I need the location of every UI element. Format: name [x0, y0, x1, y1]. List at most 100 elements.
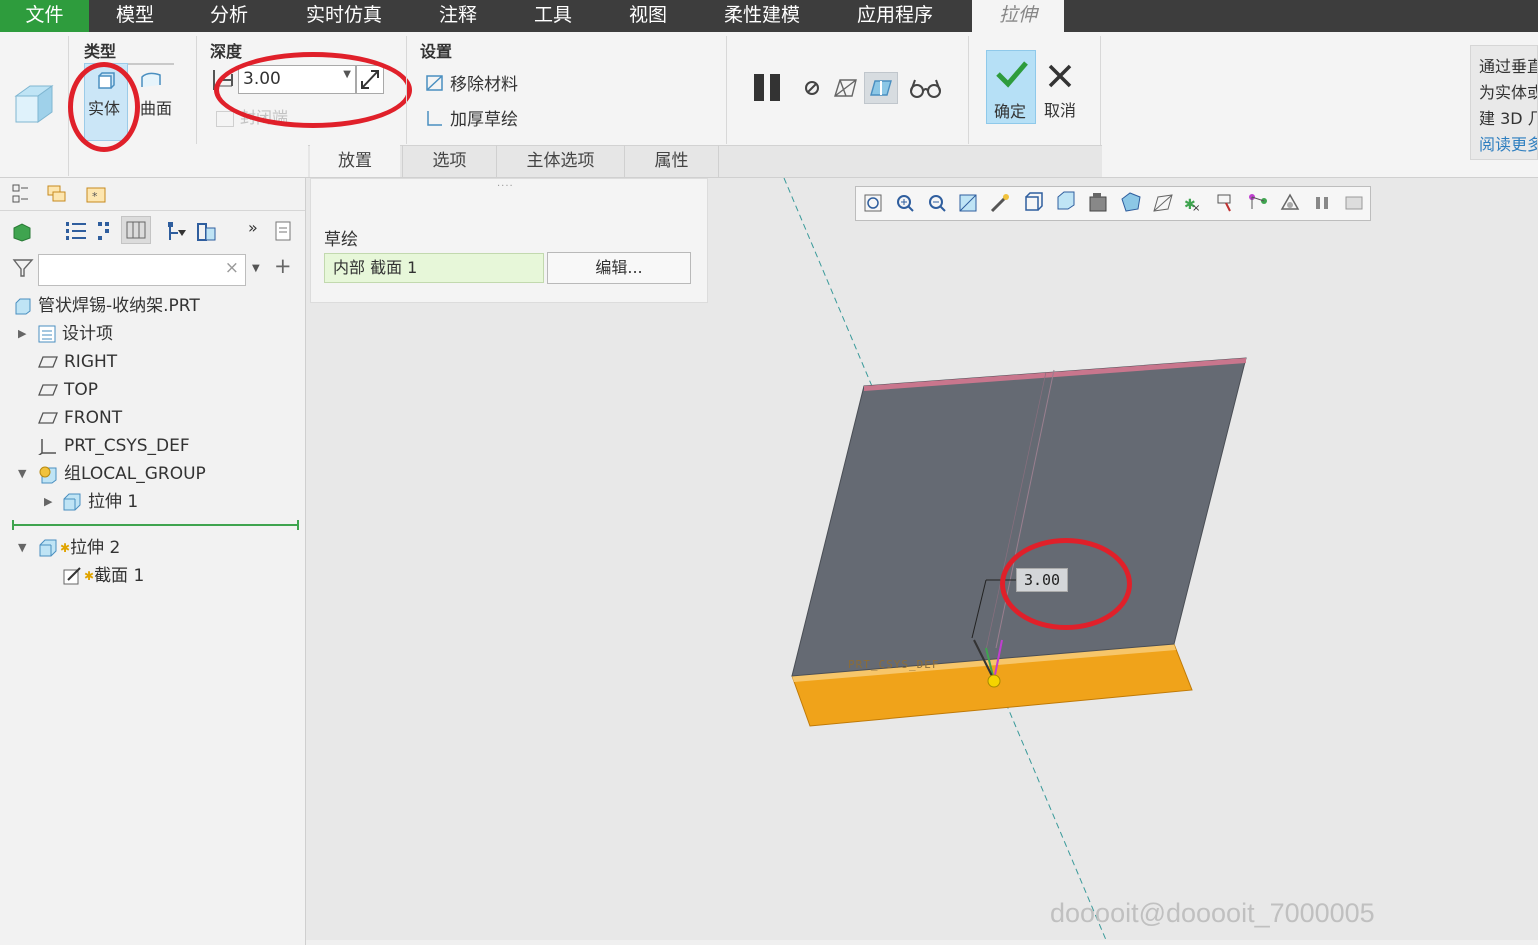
cancel-button[interactable]: 取消 [1040, 50, 1082, 124]
csys-display-icon [1249, 194, 1267, 209]
tree-item-top-plane[interactable]: TOP [38, 377, 98, 403]
verify-mode-button[interactable] [908, 76, 944, 102]
tree-item-label: 拉伸 2 [70, 538, 121, 558]
capped-ends-label: 封闭端 [240, 108, 289, 127]
new-feature-icon: ✱ [60, 541, 71, 555]
new-feature-icon: ✱ [84, 569, 95, 583]
add-icon[interactable]: + [274, 254, 292, 278]
appearance-icon [1280, 193, 1300, 210]
tree-display-icon[interactable] [196, 220, 218, 242]
layer-tree-tab-icon[interactable] [46, 184, 68, 204]
read-more-link[interactable]: 阅读更多 [1479, 132, 1537, 158]
view-toolbar-icons: ✱× [864, 191, 1363, 214]
tree-item-design-items[interactable]: ▶ 设计项 [18, 321, 113, 347]
feature-preview-button[interactable] [832, 76, 860, 102]
annotation-display-icon: ✱× [1184, 197, 1200, 214]
coordinate-system-icon [38, 439, 56, 455]
glasses-icon [910, 79, 941, 98]
surface-type-button[interactable]: 曲面 [132, 63, 172, 123]
solid-icon [98, 72, 115, 89]
settings-tree-icon[interactable] [166, 220, 188, 242]
datum-plane-icon [38, 356, 58, 368]
checkmark-icon [996, 61, 1028, 88]
geometry-preview-button[interactable] [864, 72, 898, 104]
cancel-label: 取消 [1044, 101, 1077, 120]
tree-item-label: 设计项 [62, 324, 113, 344]
tree-filters-icon[interactable] [64, 220, 88, 242]
solid-type-button[interactable]: 实体 [84, 63, 128, 141]
tab-realtime-simulation[interactable]: 实时仿真 [277, 0, 411, 32]
tree-item-section-1[interactable]: ✱截面 1 [62, 563, 144, 589]
edit-sketch-button[interactable]: 编辑... [547, 252, 691, 284]
depth-value: 3.00 [243, 69, 281, 89]
pause-icon [754, 74, 780, 101]
expand-arrow-icon[interactable]: ▶ [18, 321, 38, 347]
view-manager-icon [1089, 193, 1107, 212]
tree-item-label: 截面 1 [94, 566, 145, 586]
section-collector[interactable]: 内部 截面 1 [324, 253, 544, 283]
tree-item-extrude-1[interactable]: ▶ 拉伸 1 [44, 489, 138, 515]
extruded-plate[interactable] [791, 357, 1247, 677]
insert-indicator-end [297, 520, 299, 530]
view-toolbar: ✱ × [855, 186, 1371, 221]
insert-indicator[interactable] [12, 524, 299, 526]
clear-search-icon[interactable]: × [225, 258, 239, 278]
tab-annotate[interactable]: 注释 [411, 0, 505, 32]
tree-item-right-plane[interactable]: RIGHT [38, 349, 117, 375]
tree-columns-button[interactable] [121, 216, 151, 244]
collapse-arrow-icon[interactable]: ▼ [18, 535, 38, 561]
thicken-sketch-toggle[interactable]: 加厚草绘 [426, 105, 518, 130]
tab-analysis[interactable]: 分析 [181, 0, 277, 32]
expand-arrow-icon[interactable]: ▶ [44, 489, 62, 515]
placement-panel: ···· 草绘 内部 截面 1 编辑... [310, 178, 708, 303]
tree-search-input[interactable]: × [38, 254, 246, 286]
help-text-line: 为实体或 [1479, 83, 1538, 102]
capped-ends-option[interactable]: 封闭端 [216, 104, 288, 128]
extrude-icon [63, 493, 81, 511]
tab-body-options[interactable]: 主体选项 [496, 145, 624, 177]
tree-item-front-plane[interactable]: FRONT [38, 405, 122, 431]
tab-tools[interactable]: 工具 [505, 0, 601, 32]
tab-file[interactable]: 文件 [0, 0, 89, 32]
svg-text:×: × [1192, 203, 1200, 214]
flip-direction-button[interactable] [356, 65, 384, 94]
tab-options[interactable]: 选项 [402, 145, 496, 177]
tab-extrude[interactable]: 拉伸 [972, 0, 1064, 32]
design-items-icon [38, 325, 56, 343]
tab-flexible-modeling[interactable]: 柔性建模 [695, 0, 829, 32]
show-icon[interactable] [12, 222, 34, 242]
tab-model[interactable]: 模型 [89, 0, 181, 32]
remove-material-toggle[interactable]: 移除材料 [426, 70, 518, 95]
model-tree-tab-icon[interactable] [12, 184, 30, 204]
notes-icon[interactable] [274, 220, 292, 242]
tab-placement[interactable]: 放置 [310, 145, 400, 177]
tree-item-local-group[interactable]: ▼ 组LOCAL_GROUP [18, 461, 206, 487]
tree-item-csys[interactable]: PRT_CSYS_DEF [38, 433, 190, 459]
tree-item-part[interactable]: 管状焊锡-收纳架.PRT [14, 293, 200, 319]
tab-applications[interactable]: 应用程序 [829, 0, 961, 32]
drag-handle[interactable] [987, 674, 1001, 688]
divider [968, 36, 969, 144]
filter-icon[interactable] [12, 258, 34, 278]
depth-dimension-label[interactable]: 3.00 [1016, 568, 1068, 592]
resize-grip-icon[interactable]: ···· [497, 181, 514, 192]
chevron-down-icon[interactable]: ▼ [343, 69, 351, 80]
chevron-down-icon[interactable]: ▼ [252, 263, 260, 274]
solid-label: 实体 [88, 99, 121, 118]
pause-button[interactable] [752, 72, 784, 104]
zoom-in-icon [897, 195, 914, 212]
tree-item-extrude-2[interactable]: ▼ ✱拉伸 2 [18, 535, 120, 561]
tab-properties[interactable]: 属性 [624, 145, 719, 177]
help-text-line: 通过垂直 [1479, 57, 1538, 76]
ok-button[interactable]: 确定 [986, 50, 1036, 124]
depth-value-input[interactable]: 3.00 ▼ [238, 65, 356, 94]
tree-item-label: 拉伸 1 [88, 492, 139, 512]
close-icon [1048, 64, 1072, 88]
tab-view[interactable]: 视图 [601, 0, 695, 32]
no-preview-button[interactable] [802, 78, 822, 98]
depth-type-dropdown[interactable] [210, 66, 236, 94]
favorites-tab-icon[interactable]: * [86, 186, 106, 204]
collapse-arrow-icon[interactable]: ▼ [18, 461, 38, 487]
expand-tree-icon[interactable] [96, 220, 112, 242]
more-icon[interactable]: » [248, 218, 258, 237]
